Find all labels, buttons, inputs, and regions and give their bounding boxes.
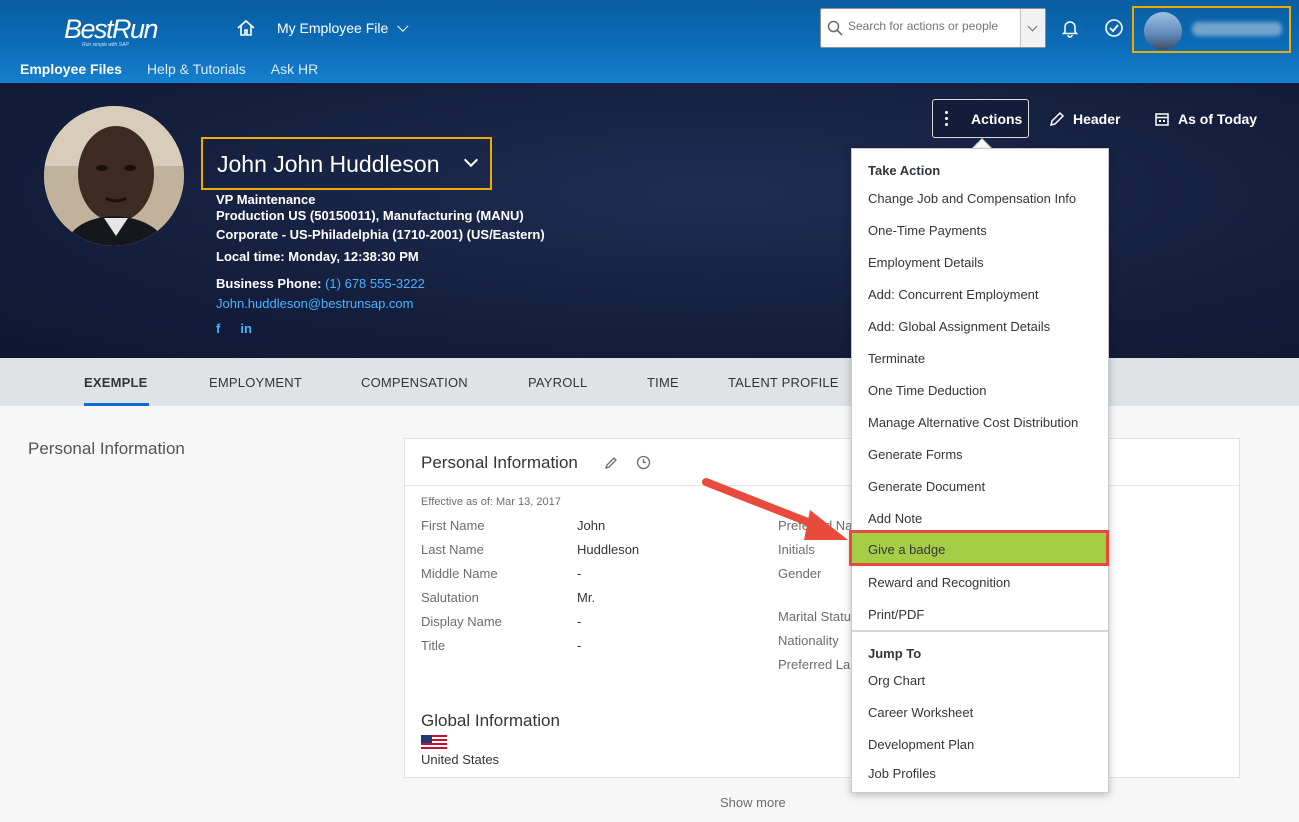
field-value: -	[577, 614, 582, 629]
tab-employment[interactable]: EMPLOYMENT	[209, 375, 302, 390]
menu-item[interactable]: Print/PDF	[868, 607, 924, 622]
tab-talent-profile[interactable]: TALENT PROFILE	[728, 375, 839, 390]
email-link[interactable]: John.huddleson@bestrunsap.com	[216, 296, 414, 311]
field-label: Middle Name	[421, 566, 498, 581]
field-value: John	[577, 518, 606, 533]
menu-item[interactable]: Org Chart	[868, 673, 925, 688]
field-value: -	[577, 566, 582, 581]
field-label: Preferred La	[778, 657, 851, 672]
location-line: Corporate - US-Philadelphia (1710-2001) …	[216, 227, 545, 242]
header-label: Header	[1073, 111, 1121, 127]
menu-header-take-action: Take Action	[868, 163, 941, 178]
header-button[interactable]: Header	[1049, 111, 1120, 127]
menu-item[interactable]: Generate Document	[868, 479, 985, 494]
search-dropdown-button[interactable]	[1020, 9, 1045, 47]
menu-item[interactable]: Reward and Recognition	[868, 575, 1010, 590]
bell-icon[interactable]	[1060, 18, 1080, 38]
menu-item[interactable]: Add Note	[868, 511, 922, 526]
field-label: First Name	[421, 518, 485, 533]
menu-item[interactable]: Employment Details	[868, 255, 984, 270]
social-links: f in	[216, 321, 252, 336]
field-value: Huddleson	[577, 542, 640, 557]
menu-item[interactable]: Development Plan	[868, 737, 974, 752]
field-label: Display Name	[421, 614, 502, 629]
field-value: Mr.	[577, 590, 596, 605]
annotation-arrow-icon	[702, 478, 848, 540]
linkedin-icon[interactable]: in	[240, 321, 252, 336]
tab-payroll[interactable]: PAYROLL	[528, 375, 587, 390]
logo-tagline: Run simple with SAP	[82, 42, 129, 48]
job-title: VP Maintenance	[216, 192, 316, 207]
menu-item[interactable]: One Time Deduction	[868, 383, 987, 398]
menu-item[interactable]: One-Time Payments	[868, 223, 987, 238]
subnav-help-tutorials[interactable]: Help & Tutorials	[147, 61, 246, 77]
user-menu[interactable]	[1132, 6, 1291, 53]
email-row: John.huddleson@bestrunsap.com	[216, 296, 414, 311]
field-value: -	[577, 638, 582, 653]
my-employee-file-menu[interactable]: My Employee File	[277, 20, 409, 36]
field-label: Title	[421, 638, 446, 653]
menu-item[interactable]: Add: Concurrent Employment	[868, 287, 1039, 302]
pencil-icon	[1049, 111, 1065, 127]
field-label: Last Name	[421, 542, 484, 557]
task-check-icon[interactable]	[1104, 18, 1124, 38]
home-icon[interactable]	[236, 18, 256, 38]
bestrun-logo[interactable]: BestRun	[64, 14, 159, 45]
subnav-employee-files[interactable]: Employee Files	[20, 61, 122, 77]
tab-exemple[interactable]: EXEMPLE	[84, 375, 148, 390]
more-vertical-icon	[945, 111, 949, 127]
menu-item[interactable]: Add: Global Assignment Details	[868, 319, 1050, 334]
global-information-title: Global Information	[421, 711, 560, 730]
phone-label: Business Phone:	[216, 276, 322, 291]
menu-item[interactable]: Job Profiles	[868, 766, 936, 781]
actions-button[interactable]: Actions	[932, 99, 1029, 138]
give-badge-label: Give a badge	[868, 542, 946, 557]
menu-header-jump-to: Jump To	[868, 646, 922, 661]
employee-photo	[44, 106, 184, 246]
menu-separator	[852, 630, 1108, 632]
section-title: Personal Information	[28, 439, 185, 458]
field-label: Nationality	[778, 633, 839, 648]
avatar	[1144, 12, 1182, 50]
business-phone: Business Phone: (1) 678 555-3222	[216, 276, 425, 291]
subnav: Employee Files Help & Tutorials Ask HR	[20, 61, 318, 77]
shell-bar: BestRun Run simple with SAP My Employee …	[0, 0, 1299, 83]
as-of-today-button[interactable]: As of Today	[1154, 111, 1257, 127]
field-label: Marital Statu	[778, 609, 851, 624]
phone-link[interactable]: (1) 678 555-3222	[325, 276, 425, 291]
menu-item[interactable]: Generate Forms	[868, 447, 963, 462]
menu-item[interactable]: Manage Alternative Cost Distribution	[868, 415, 1078, 430]
user-name-blurred	[1192, 22, 1282, 36]
as-of-today-label: As of Today	[1178, 111, 1258, 127]
local-time: Local time: Monday, 12:38:30 PM	[216, 249, 419, 264]
search-icon	[827, 20, 843, 36]
us-flag-icon	[421, 735, 447, 750]
chevron-down-icon	[463, 152, 479, 168]
chevron-down-icon	[397, 20, 409, 32]
org-line: Production US (50150011), Manufacturing …	[216, 208, 524, 223]
actions-label: Actions	[971, 111, 1023, 127]
show-more-link[interactable]: Show more	[720, 795, 786, 810]
tab-time[interactable]: TIME	[647, 375, 679, 390]
edit-pencil-icon[interactable]	[604, 456, 618, 470]
subnav-ask-hr[interactable]: Ask HR	[271, 61, 318, 77]
menu-item[interactable]: Terminate	[868, 351, 925, 366]
tab-compensation[interactable]: COMPENSATION	[361, 375, 468, 390]
actions-menu: Take Action Change Job and Compensation …	[851, 148, 1109, 793]
facebook-icon[interactable]: f	[216, 321, 220, 336]
country-value: United States	[421, 752, 500, 767]
effective-date: Effective as of: Mar 13, 2017	[421, 496, 561, 508]
search-box[interactable]	[820, 8, 1046, 48]
employee-name-selector[interactable]: John John Huddleson	[201, 137, 492, 190]
nav-title-label: My Employee File	[277, 20, 389, 36]
card-title: Personal Information	[421, 453, 578, 472]
history-icon[interactable]	[636, 455, 651, 470]
search-input[interactable]	[848, 19, 1018, 33]
menu-item[interactable]: Change Job and Compensation Info	[868, 191, 1076, 206]
menu-item[interactable]: Career Worksheet	[868, 705, 973, 720]
employee-name: John John Huddleson	[217, 151, 440, 177]
calendar-icon	[1155, 113, 1169, 126]
field-label: Gender	[778, 566, 822, 581]
field-label: Salutation	[421, 590, 479, 605]
